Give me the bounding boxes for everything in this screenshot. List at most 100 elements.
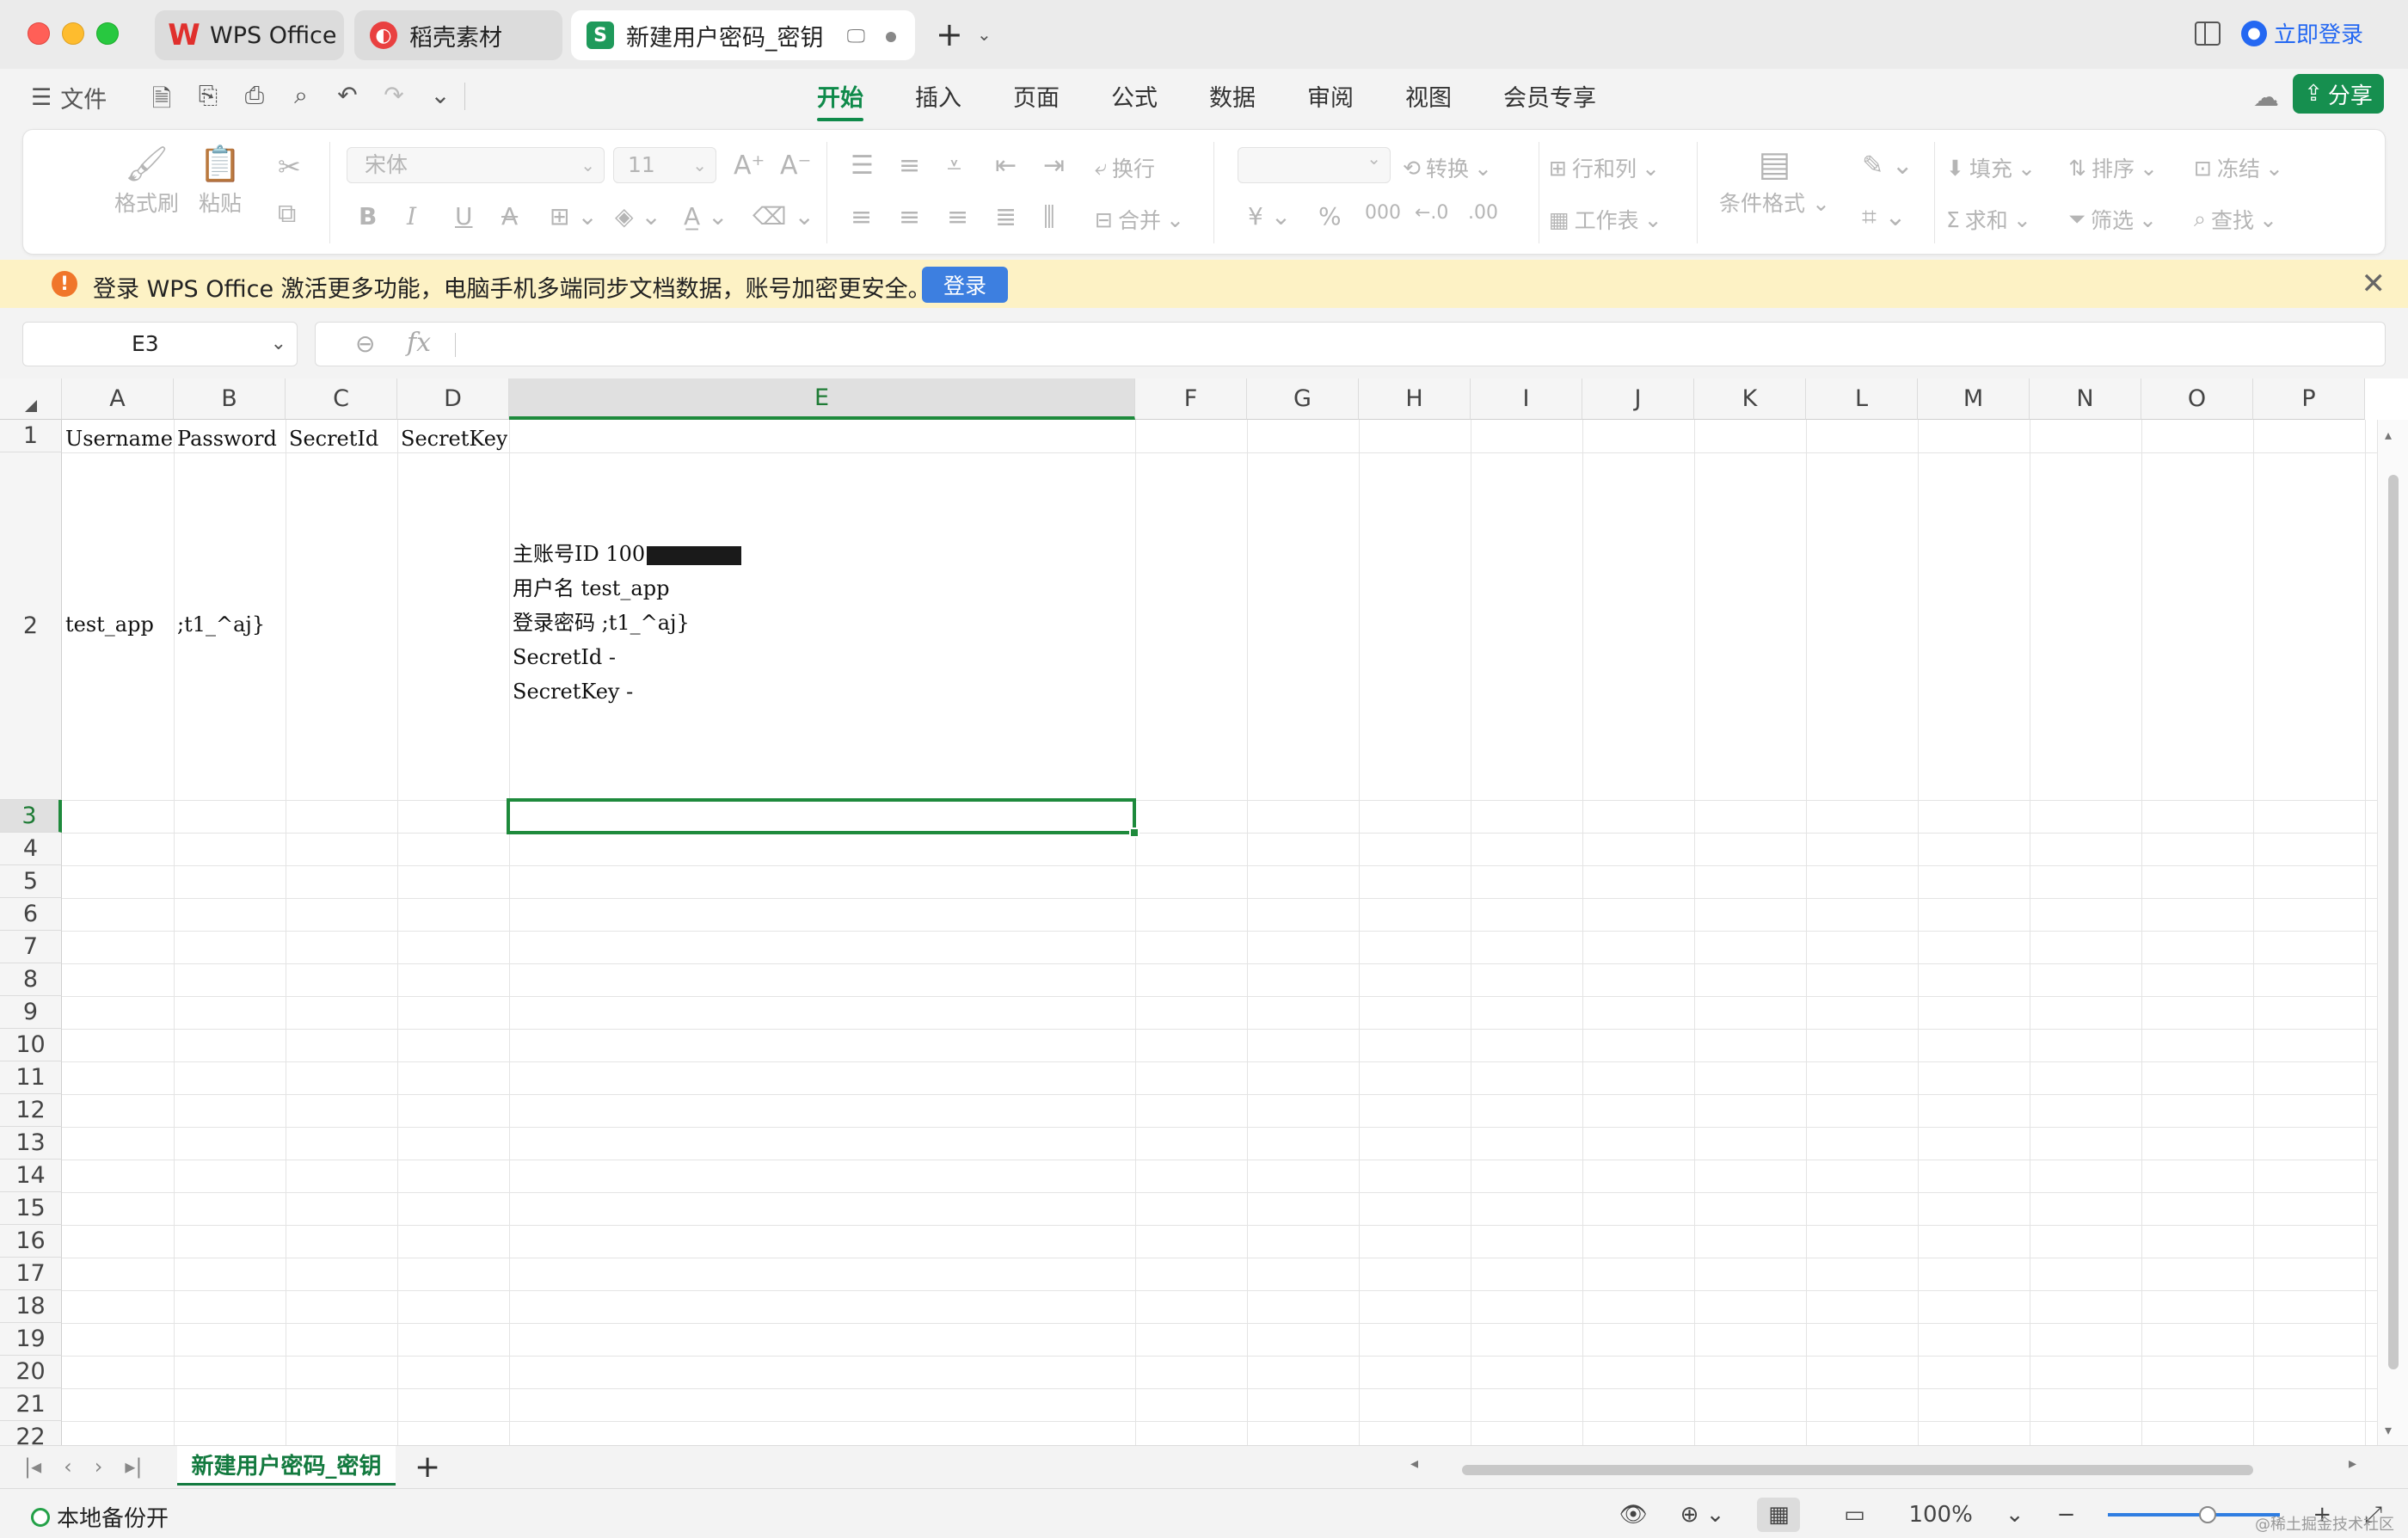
export-icon[interactable]: ⎘ — [194, 81, 222, 122]
border-icon[interactable]: ⊞ ⌄ — [550, 202, 598, 231]
tab-daoke[interactable]: ◐ 稻壳素材 — [354, 10, 562, 60]
column-header-P[interactable]: P — [2253, 378, 2365, 420]
local-backup-toggle[interactable]: 本地备份开 — [31, 1501, 169, 1533]
tab-member[interactable]: 会员专享 — [1503, 79, 1596, 120]
cell-A2[interactable]: test_app — [65, 612, 154, 637]
scroll-down-icon[interactable]: ▾ — [2385, 1422, 2392, 1438]
vertical-scrollbar[interactable]: ▴ ▾ — [2377, 420, 2408, 1445]
align-middle-icon[interactable]: ≡ — [899, 151, 920, 181]
tab-wps-office[interactable]: W WPS Office — [155, 10, 344, 60]
sheet-tab-active[interactable]: 新建用户密码_密钥 — [177, 1446, 396, 1486]
print-preview-icon[interactable]: ⌕ — [287, 81, 315, 122]
wrap-text-button[interactable]: ⤶ 换行 — [1095, 152, 1155, 183]
thousands-icon[interactable]: 000 — [1365, 202, 1401, 224]
layout-icon[interactable]: ⊕ ⌄ — [1680, 1502, 1725, 1528]
freeze-button[interactable]: ⊡ 冻结 ⌄ — [2194, 152, 2283, 183]
print-icon[interactable]: ⎙ — [241, 81, 268, 122]
row-header-10[interactable]: 10 — [0, 1029, 62, 1061]
tab-page[interactable]: 页面 — [1013, 79, 1060, 120]
fill-color-icon[interactable]: ◈ ⌄ — [615, 202, 661, 231]
row-header-13[interactable]: 13 — [0, 1127, 62, 1160]
next-sheet-icon[interactable]: › — [95, 1455, 103, 1479]
monitor-icon[interactable]: 🖵 — [847, 26, 865, 47]
undo-icon[interactable]: ↶ — [334, 81, 361, 122]
column-header-D[interactable]: D — [397, 378, 509, 420]
selected-cell-E3[interactable] — [507, 798, 1136, 834]
row-header-8[interactable]: 8 — [0, 963, 62, 996]
row-header-2[interactable]: 2 — [0, 452, 62, 800]
row-header-5[interactable]: 5 — [0, 865, 62, 898]
tab-review[interactable]: 审阅 — [1307, 79, 1354, 120]
row-header-11[interactable]: 11 — [0, 1061, 62, 1094]
file-menu-button[interactable]: ☰ 文件 — [31, 81, 107, 114]
column-header-H[interactable]: H — [1359, 378, 1471, 420]
page-view-button[interactable]: ▭ — [1833, 1498, 1876, 1532]
decrease-indent-icon[interactable]: ⇤ — [995, 151, 1017, 181]
column-header-I[interactable]: I — [1471, 378, 1582, 420]
row-header-18[interactable]: 18 — [0, 1290, 62, 1323]
row-header-4[interactable]: 4 — [0, 833, 62, 865]
format-painter-button[interactable]: 🖌 格式刷 — [114, 145, 179, 218]
row-header-7[interactable]: 7 — [0, 931, 62, 963]
cell-B2[interactable]: ;t1_^aj} — [177, 612, 265, 637]
normal-view-button[interactable]: ▦ — [1757, 1498, 1801, 1532]
scroll-right-icon[interactable]: ▸ — [2349, 1455, 2356, 1473]
maximize-window-button[interactable] — [96, 22, 119, 45]
function-icon[interactable]: fx — [407, 328, 431, 358]
fill-handle[interactable] — [1129, 827, 1140, 838]
copy-icon[interactable]: ⧉ — [278, 199, 296, 229]
cloud-sync-icon[interactable]: ☁ — [2253, 83, 2279, 113]
align-bottom-icon[interactable]: ⩡ — [947, 151, 961, 181]
sort-button[interactable]: ⇅ 排序 ⌄ — [2068, 152, 2158, 183]
filter-button[interactable]: ⏷ 筛选 ⌄ — [2068, 204, 2157, 235]
cell-C1[interactable]: SecretId — [289, 427, 378, 451]
increase-indent-icon[interactable]: ⇥ — [1043, 151, 1065, 181]
column-header-O[interactable]: O — [2141, 378, 2253, 420]
name-box[interactable]: E3 ⌄ — [22, 322, 298, 366]
row-header-19[interactable]: 19 — [0, 1323, 62, 1356]
number-format-select[interactable]: ⌄ — [1238, 147, 1391, 183]
row-header-1[interactable]: 1 — [0, 420, 62, 452]
decrease-decimal-icon[interactable]: ←.0 — [1415, 202, 1448, 224]
increase-font-icon[interactable]: A⁺ — [734, 151, 765, 181]
column-header-A[interactable]: A — [62, 378, 174, 420]
align-right-icon[interactable]: ≡ — [947, 202, 968, 232]
zoom-formula-icon[interactable]: ⊖ — [355, 329, 375, 358]
column-header-C[interactable]: C — [286, 378, 397, 420]
row-header-17[interactable]: 17 — [0, 1258, 62, 1290]
notification-login-button[interactable]: 登录 — [922, 267, 1008, 303]
eye-icon[interactable]: 👁 — [1619, 1502, 1648, 1528]
tab-view[interactable]: 视图 — [1405, 79, 1452, 120]
sidebar-toggle-icon[interactable] — [2194, 21, 2221, 46]
decrease-font-icon[interactable]: A⁻ — [780, 151, 811, 181]
chevron-down-icon[interactable]: ⌄ — [977, 24, 992, 45]
paste-button[interactable]: 📋 粘贴 — [199, 145, 242, 218]
row-header-15[interactable]: 15 — [0, 1192, 62, 1225]
row-col-button[interactable]: ⊞ 行和列 ⌄ — [1549, 152, 1660, 183]
redo-icon[interactable]: ↷ — [380, 81, 408, 122]
worksheet-button[interactable]: ▦ 工作表 ⌄ — [1549, 204, 1662, 235]
row-header-9[interactable]: 9 — [0, 996, 62, 1029]
bold-icon[interactable]: B — [359, 202, 377, 231]
font-family-select[interactable]: 宋体 ⌄ — [347, 147, 605, 183]
add-sheet-button[interactable]: + — [415, 1449, 440, 1485]
eraser-icon[interactable]: ⌫ ⌄ — [752, 202, 814, 231]
chevron-down-icon[interactable]: ⌄ — [271, 323, 286, 366]
close-icon[interactable]: ✕ — [2362, 267, 2386, 301]
tab-spreadsheet[interactable]: S 新建用户密码_密钥 🖵 — [571, 10, 915, 60]
column-header-M[interactable]: M — [1918, 378, 2030, 420]
column-header-K[interactable]: K — [1694, 378, 1806, 420]
underline-icon[interactable]: U — [455, 202, 473, 231]
percent-icon[interactable]: % — [1318, 202, 1342, 231]
column-header-L[interactable]: L — [1806, 378, 1918, 420]
currency-icon[interactable]: ¥ ⌄ — [1248, 202, 1291, 231]
cell-style-icon[interactable]: ✎ ⌄ — [1862, 151, 1914, 181]
scroll-up-icon[interactable]: ▴ — [2385, 427, 2392, 443]
prev-sheet-icon[interactable]: ‹ — [64, 1455, 72, 1479]
tab-data[interactable]: 数据 — [1209, 79, 1256, 120]
column-header-J[interactable]: J — [1582, 378, 1694, 420]
sum-button[interactable]: Σ 求和 ⌄ — [1946, 204, 2031, 235]
italic-icon[interactable]: I — [407, 202, 416, 231]
new-tab-button[interactable]: + — [936, 15, 963, 53]
justify-icon[interactable]: ≣ — [995, 202, 1017, 232]
